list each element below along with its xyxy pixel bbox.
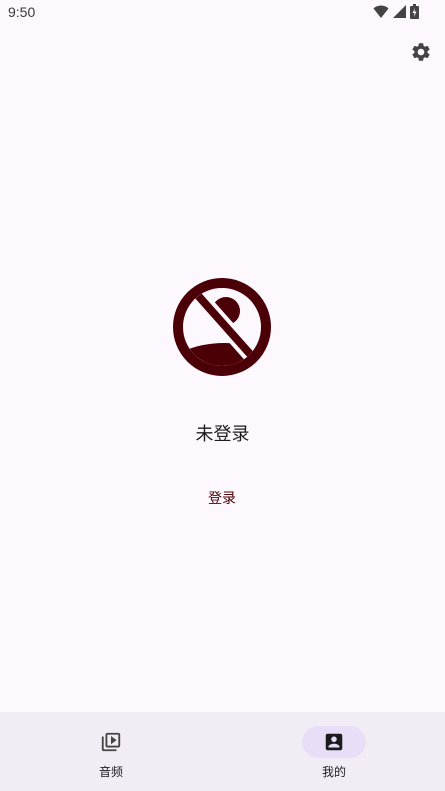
nav-pill (79, 726, 143, 758)
video-library-icon (101, 732, 121, 752)
nav-item-audio[interactable]: 音频 (0, 712, 222, 791)
status-icons (373, 4, 419, 19)
nav-pill-active (302, 726, 366, 758)
gear-icon (412, 43, 430, 61)
nav-item-mine[interactable]: 我的 (223, 712, 445, 791)
login-button[interactable]: 登录 (182, 484, 262, 514)
wifi-icon (373, 5, 389, 18)
nav-label: 我的 (321, 765, 346, 779)
username-label: 未登录 (195, 424, 250, 445)
no-avatar-icon (173, 278, 271, 376)
bottom-navigation: 音频 我的 (0, 712, 445, 791)
nav-label: 音频 (98, 765, 123, 779)
battery-icon (410, 4, 419, 19)
account-box-icon (325, 733, 343, 751)
settings-button[interactable] (407, 38, 435, 66)
status-time: 9:50 (8, 4, 36, 20)
status-bar: 9:50 (0, 0, 445, 26)
cellular-signal-icon (393, 5, 406, 18)
